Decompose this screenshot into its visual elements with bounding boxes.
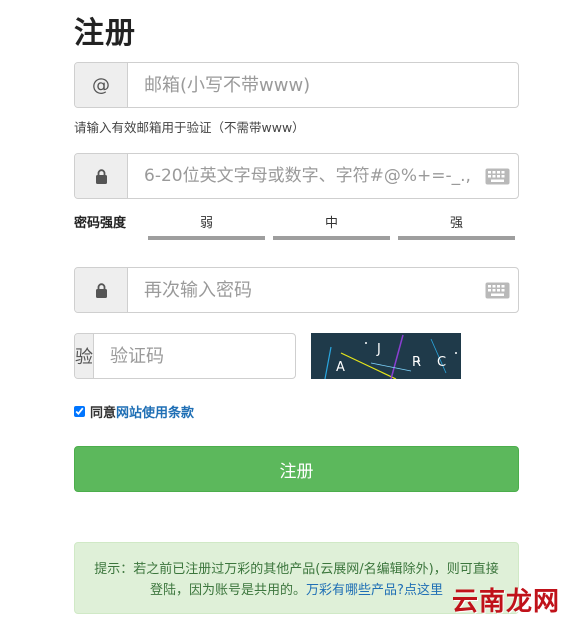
- svg-text:R: R: [412, 355, 421, 370]
- svg-text:J: J: [376, 342, 381, 357]
- lock-icon: [75, 154, 128, 198]
- password-strength-label: 密码强度: [74, 216, 127, 231]
- strength-strong: 强: [398, 212, 515, 240]
- lock-icon: [75, 268, 128, 312]
- strength-weak: 弱: [148, 212, 265, 240]
- captcha-addon: 验: [75, 334, 94, 378]
- email-hint: 请输入有效邮箱用于验证（不需带www）: [74, 120, 305, 135]
- svg-text:A: A: [336, 360, 345, 375]
- terms-link[interactable]: 网站使用条款: [116, 402, 194, 421]
- captcha-field[interactable]: 验: [74, 333, 296, 379]
- confirm-password-field[interactable]: [74, 267, 519, 313]
- strength-medium: 中: [273, 212, 390, 240]
- password-field[interactable]: [74, 153, 519, 199]
- agree-text: 同意: [90, 406, 117, 421]
- captcha-image[interactable]: J A R C: [311, 333, 461, 380]
- keyboard-icon[interactable]: [476, 154, 518, 198]
- agree-checkbox[interactable]: [74, 406, 85, 417]
- terms-agreement: 同意 网站使用条款: [74, 402, 194, 421]
- watermark-logo: 云南龙网: [452, 587, 561, 617]
- strength-strong-bar: [398, 236, 515, 240]
- email-field[interactable]: @: [74, 62, 519, 108]
- strength-strong-label: 强: [449, 216, 463, 231]
- at-icon: @: [75, 63, 128, 107]
- strength-medium-bar: [273, 236, 390, 240]
- strength-weak-bar: [148, 236, 265, 240]
- keyboard-icon[interactable]: [476, 268, 518, 312]
- strength-weak-label: 弱: [199, 216, 213, 231]
- confirm-password-input[interactable]: [128, 268, 476, 312]
- svg-text:C: C: [437, 355, 446, 370]
- page-title: 注册: [74, 16, 136, 51]
- email-input[interactable]: [128, 63, 518, 107]
- products-link[interactable]: 万彩有哪些产品?点这里: [306, 583, 443, 598]
- password-input[interactable]: [128, 154, 476, 198]
- register-button[interactable]: 注册: [74, 446, 519, 492]
- captcha-input[interactable]: [94, 334, 295, 378]
- strength-medium-label: 中: [324, 216, 338, 231]
